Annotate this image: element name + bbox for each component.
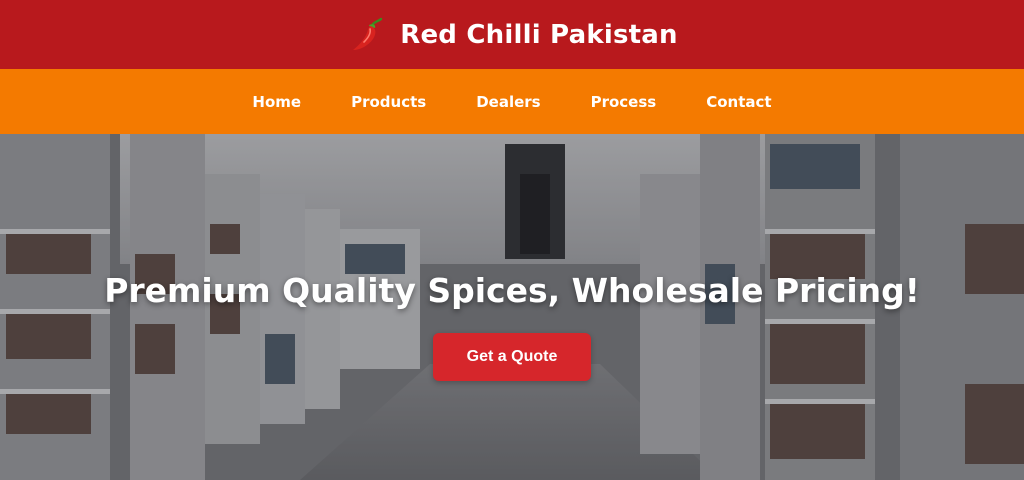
- hero-title: Premium Quality Spices, Wholesale Pricin…: [104, 271, 920, 310]
- nav-item-process[interactable]: Process: [591, 93, 657, 111]
- brand[interactable]: Red Chilli Pakistan: [346, 15, 678, 55]
- nav-item-contact[interactable]: Contact: [706, 93, 771, 111]
- hero-content: Premium Quality Spices, Wholesale Pricin…: [0, 134, 1024, 480]
- chili-pepper-icon: [353, 17, 383, 50]
- nav-list: Home Products Dealers Process Contact: [252, 93, 771, 111]
- site-header: Red Chilli Pakistan: [0, 0, 1024, 69]
- nav-item-products[interactable]: Products: [351, 93, 426, 111]
- brand-name: Red Chilli Pakistan: [400, 19, 678, 50]
- main-nav: Home Products Dealers Process Contact: [0, 69, 1024, 134]
- hero-section: Premium Quality Spices, Wholesale Pricin…: [0, 134, 1024, 480]
- nav-item-dealers[interactable]: Dealers: [476, 93, 540, 111]
- get-a-quote-button[interactable]: Get a Quote: [433, 333, 591, 381]
- nav-item-home[interactable]: Home: [252, 93, 301, 111]
